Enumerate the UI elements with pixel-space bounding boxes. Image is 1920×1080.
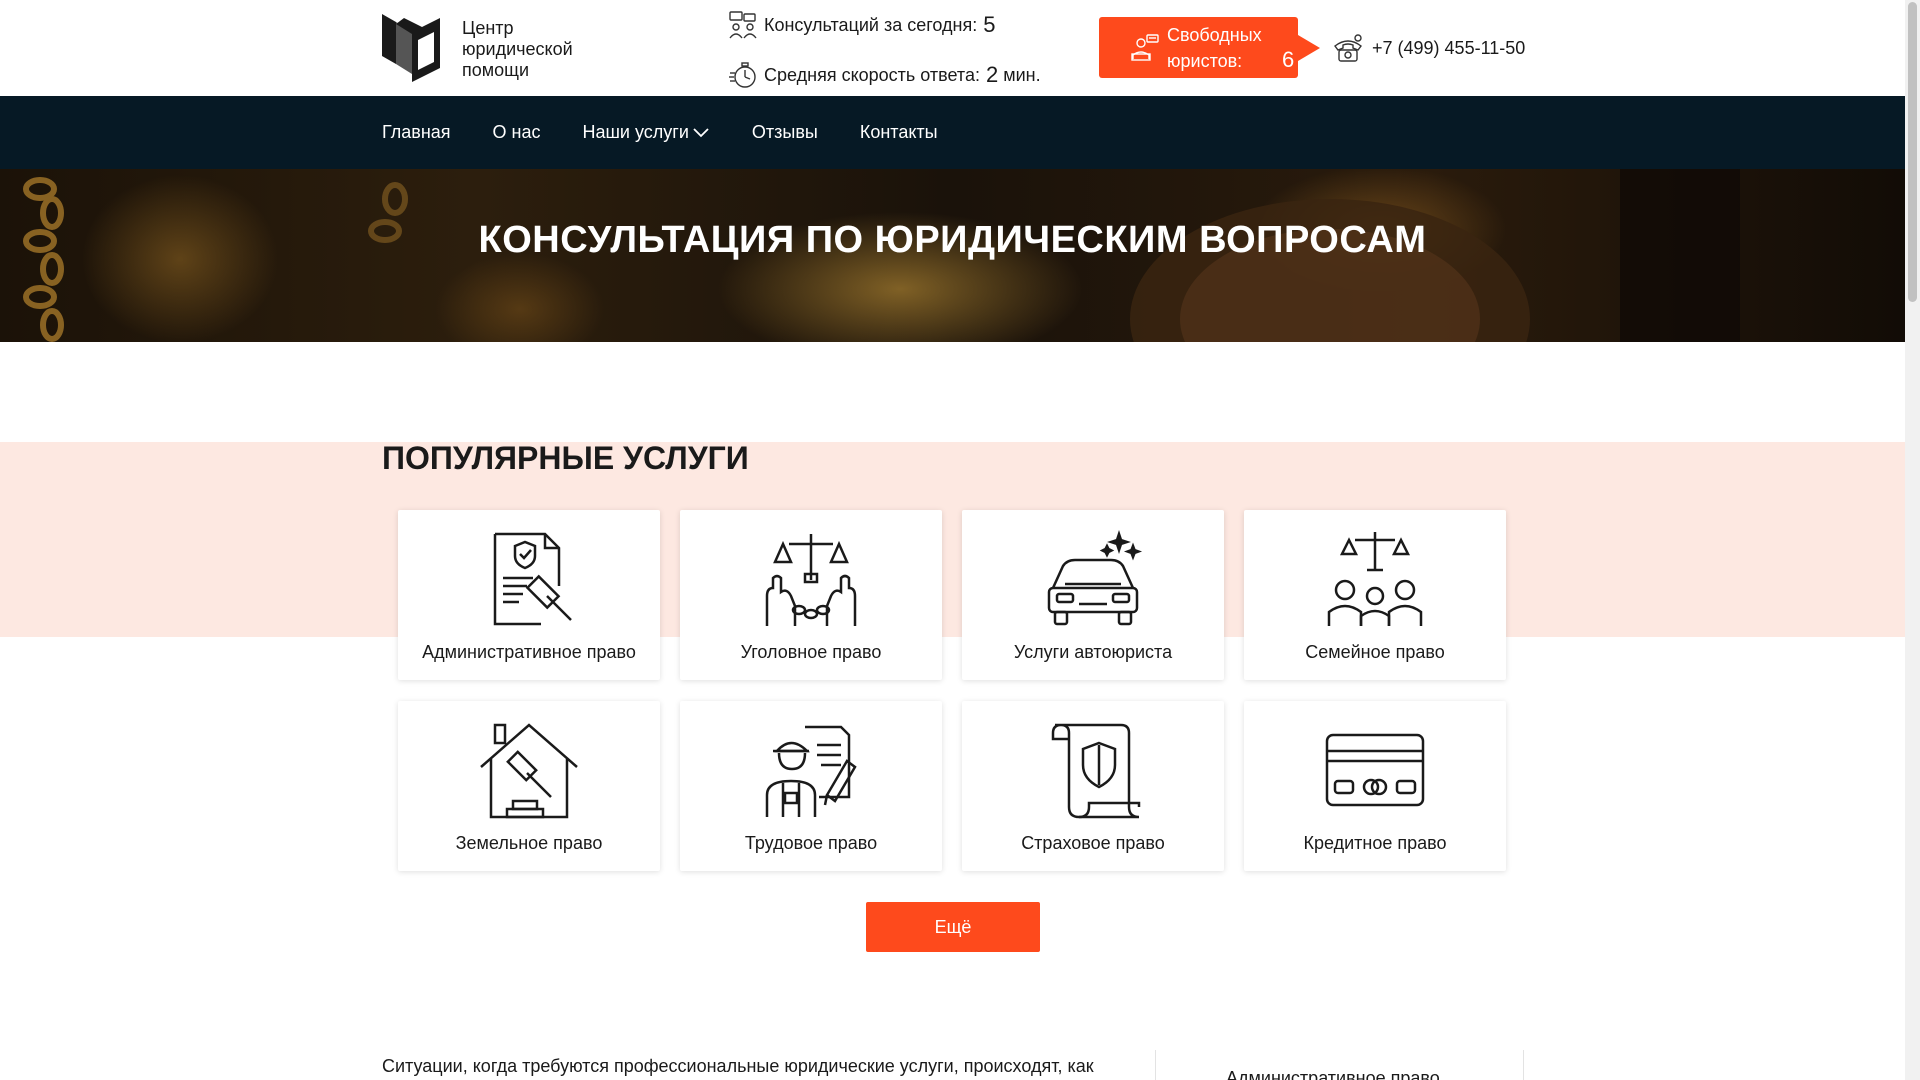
family-scales-icon bbox=[1327, 532, 1423, 626]
stat-consultations-value: 5 bbox=[983, 12, 996, 37]
nav-list: Главная О нас Наши услуги Отзывы Контакт… bbox=[382, 96, 980, 169]
side-panel-item[interactable]: Административное право bbox=[1226, 1068, 1440, 1080]
service-card-labor[interactable]: Трудовое право bbox=[680, 701, 942, 871]
situations-text: Ситуации, когда требуются профессиональн… bbox=[382, 1056, 1094, 1076]
services-title: ПОПУЛЯРНЫЕ УСЛУГИ bbox=[382, 440, 749, 476]
scrollbar-thumb[interactable] bbox=[1908, 2, 1917, 302]
nav-item-about[interactable]: О нас bbox=[493, 122, 541, 143]
service-card-auto-lawyer[interactable]: Услуги автоюриста bbox=[962, 510, 1224, 680]
nav-item-label: Главная bbox=[382, 122, 451, 142]
logo[interactable]: Центр юридической помощи bbox=[382, 14, 602, 82]
service-card-criminal[interactable]: Уголовное право bbox=[680, 510, 942, 680]
document-gavel-icon bbox=[493, 532, 572, 626]
service-card-administrative[interactable]: Административное право bbox=[398, 510, 660, 680]
stat-consultations: Консультаций за сегодня: 5 bbox=[728, 8, 1041, 42]
nav-item-services[interactable]: Наши услуги bbox=[582, 122, 709, 143]
site-header: Центр юридической помощи Консультаций за… bbox=[0, 0, 1905, 96]
hero-title: КОНСУЛЬТАЦИЯ ПО ЮРИДИЧЕСКИМ ВОПРОСАМ bbox=[478, 219, 1427, 261]
chevron-down-icon bbox=[693, 127, 709, 137]
nav-item-home[interactable]: Главная bbox=[382, 122, 451, 143]
shield-scroll-icon bbox=[1051, 723, 1141, 819]
handcuffs-scales-icon bbox=[765, 534, 857, 626]
nav-item-contacts[interactable]: Контакты bbox=[860, 122, 938, 143]
free-lawyers-count: 6 bbox=[1282, 46, 1295, 72]
service-card-credit[interactable]: Кредитное право bbox=[1244, 701, 1506, 871]
phone-icon bbox=[1334, 34, 1362, 62]
stat-speed-unit: мин. bbox=[1003, 64, 1041, 85]
lawyer-laptop-icon bbox=[1131, 33, 1159, 61]
free-lawyers-label: Свободных юристов: bbox=[1167, 24, 1262, 71]
service-card-label: Трудовое право bbox=[744, 833, 878, 853]
scrollbar[interactable] bbox=[1905, 0, 1920, 1080]
car-icon bbox=[1047, 530, 1143, 626]
credit-card-icon bbox=[1325, 733, 1425, 807]
free-lawyers-text: Свободных юристов: 6 bbox=[1167, 22, 1294, 74]
service-card-label: Уголовное право bbox=[740, 642, 882, 662]
service-card-label: Кредитное право bbox=[1303, 833, 1447, 853]
service-card-label: Земельное право bbox=[455, 833, 603, 853]
stopwatch-icon bbox=[729, 62, 756, 88]
nav-item-reviews[interactable]: Отзывы bbox=[752, 122, 818, 143]
nav-item-label: Наши услуги bbox=[582, 122, 689, 142]
service-card-label: Услуги автоюриста bbox=[1013, 642, 1173, 662]
nav-item-label: Контакты bbox=[859, 122, 938, 142]
chat-people-icon bbox=[729, 11, 757, 39]
stat-response-speed: Средняя скорость ответа: 2 мин. bbox=[728, 58, 1041, 92]
stat-speed-value: 2 bbox=[985, 62, 999, 87]
hero-banner: КОНСУЛЬТАЦИЯ ПО ЮРИДИЧЕСКИМ ВОПРОСАМ bbox=[0, 169, 1905, 342]
phone-contact[interactable]: +7 (499) 455-11-50 bbox=[1332, 32, 1525, 64]
services-grid: Административное право Уголовное право У… bbox=[398, 510, 1508, 871]
stat-speed-label: Средняя скорость ответа: bbox=[764, 64, 980, 85]
logo-text: Центр юридической помощи bbox=[462, 18, 573, 80]
service-card-insurance[interactable]: Страховое право bbox=[962, 701, 1224, 871]
services-side-panel: Административное право bbox=[1155, 1050, 1524, 1080]
service-card-label: Семейное право bbox=[1305, 642, 1445, 662]
service-card-family[interactable]: Семейное право bbox=[1244, 510, 1506, 680]
logo-mark-icon bbox=[382, 14, 440, 82]
service-card-land[interactable]: Земельное право bbox=[398, 701, 660, 871]
stat-consultations-label: Консультаций за сегодня: bbox=[764, 14, 978, 35]
house-gavel-icon bbox=[480, 723, 578, 819]
stats-block: Консультаций за сегодня: 5 Средняя скоро… bbox=[728, 8, 1041, 92]
free-lawyers-badge[interactable]: Свободных юристов: 6 bbox=[1099, 17, 1320, 78]
phone-number[interactable]: +7 (499) 455-11-50 bbox=[1372, 38, 1525, 59]
nav-item-label: О нас bbox=[492, 122, 541, 142]
service-card-label: Административное право bbox=[422, 642, 636, 662]
nav-item-label: Отзывы bbox=[751, 122, 818, 142]
service-card-label: Страховое право bbox=[1021, 833, 1165, 853]
main-nav: Главная О нас Наши услуги Отзывы Контакт… bbox=[0, 96, 1905, 169]
worker-contract-icon bbox=[765, 725, 857, 817]
more-services-button[interactable]: Ещё bbox=[866, 902, 1040, 952]
